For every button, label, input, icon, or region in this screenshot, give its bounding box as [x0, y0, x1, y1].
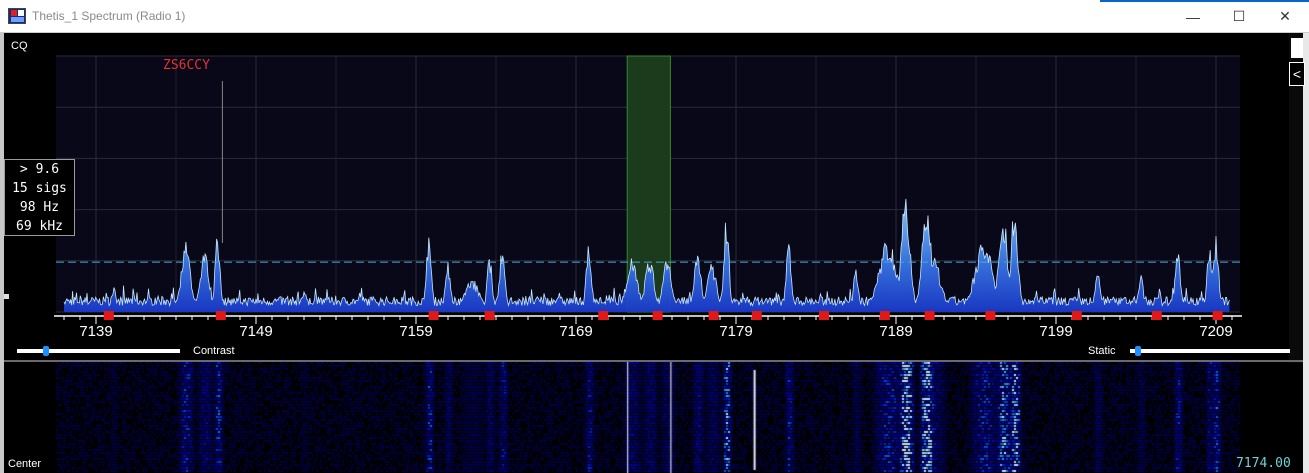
axis-tick-label: 7149 — [239, 323, 272, 340]
spectrum-display[interactable]: 7139 7149 7159 7169 7179 7189 7199 7209 — [0, 33, 1289, 343]
signal-marker[interactable] — [215, 311, 226, 320]
center-label: Center — [8, 458, 42, 470]
mode-label: CQ — [11, 40, 28, 52]
signal-marker[interactable] — [924, 311, 935, 320]
static-slider-thumb[interactable] — [1134, 346, 1141, 356]
static-label: Static — [1088, 345, 1116, 357]
minimize-button[interactable]: — — [1170, 0, 1216, 33]
contrast-slider-thumb[interactable] — [43, 346, 50, 356]
waterfall-display[interactable] — [4, 362, 1289, 473]
static-slider[interactable] — [1130, 346, 1290, 356]
level-indicator-dot — [4, 294, 9, 299]
signal-marker[interactable] — [879, 311, 890, 320]
axis-tick-label: 7189 — [879, 323, 912, 340]
signal-marker[interactable] — [751, 311, 762, 320]
maximize-button[interactable]: ☐ — [1216, 0, 1262, 33]
center-frequency-readout: 7174.00 — [1236, 456, 1291, 471]
signal-marker[interactable] — [708, 311, 719, 320]
signal-marker[interactable] — [103, 311, 114, 320]
signal-marker[interactable] — [598, 311, 609, 320]
span-readout: 69 kHz — [16, 219, 63, 234]
title-bar[interactable]: Thetis_1 Spectrum (Radio 1) — ☐ ✕ — [0, 0, 1309, 33]
side-panel-tab[interactable] — [1291, 38, 1303, 58]
axis-tick-label: 7209 — [1199, 323, 1232, 340]
signal-marker[interactable] — [1071, 311, 1082, 320]
axis-tick-label: 7169 — [559, 323, 592, 340]
right-border — [1303, 33, 1309, 473]
window-title: Thetis_1 Spectrum (Radio 1) — [32, 9, 186, 23]
signal-count: 15 sigs — [12, 181, 67, 196]
axis-tick-label: 7159 — [399, 323, 432, 340]
spectrum-window: Thetis_1 Spectrum (Radio 1) — ☐ ✕ < 7139… — [0, 0, 1309, 473]
signal-marker[interactable] — [484, 311, 495, 320]
signal-marker[interactable] — [1151, 311, 1162, 320]
threshold-readout: > 9.6 — [19, 162, 60, 177]
close-button[interactable]: ✕ — [1262, 0, 1308, 33]
signal-marker[interactable] — [819, 311, 829, 320]
signal-marker[interactable] — [428, 311, 439, 320]
bin-width: 98 Hz — [19, 200, 60, 215]
axis-tick-label: 7179 — [719, 323, 752, 340]
axis-tick-label: 7199 — [1039, 323, 1072, 340]
app-logo-icon — [8, 8, 26, 24]
axis-tick-label: 7139 — [79, 323, 112, 340]
signal-marker[interactable] — [985, 311, 996, 320]
collapse-panel-button[interactable]: < — [1289, 62, 1305, 86]
stats-box: > 9.6 15 sigs 98 Hz 69 kHz — [4, 159, 75, 236]
signal-marker[interactable] — [1212, 311, 1223, 320]
signal-marker[interactable] — [652, 311, 663, 320]
contrast-label: Contrast — [193, 345, 235, 357]
contrast-slider[interactable] — [17, 346, 180, 356]
callsign-label[interactable]: ZS6CCY — [163, 58, 210, 73]
